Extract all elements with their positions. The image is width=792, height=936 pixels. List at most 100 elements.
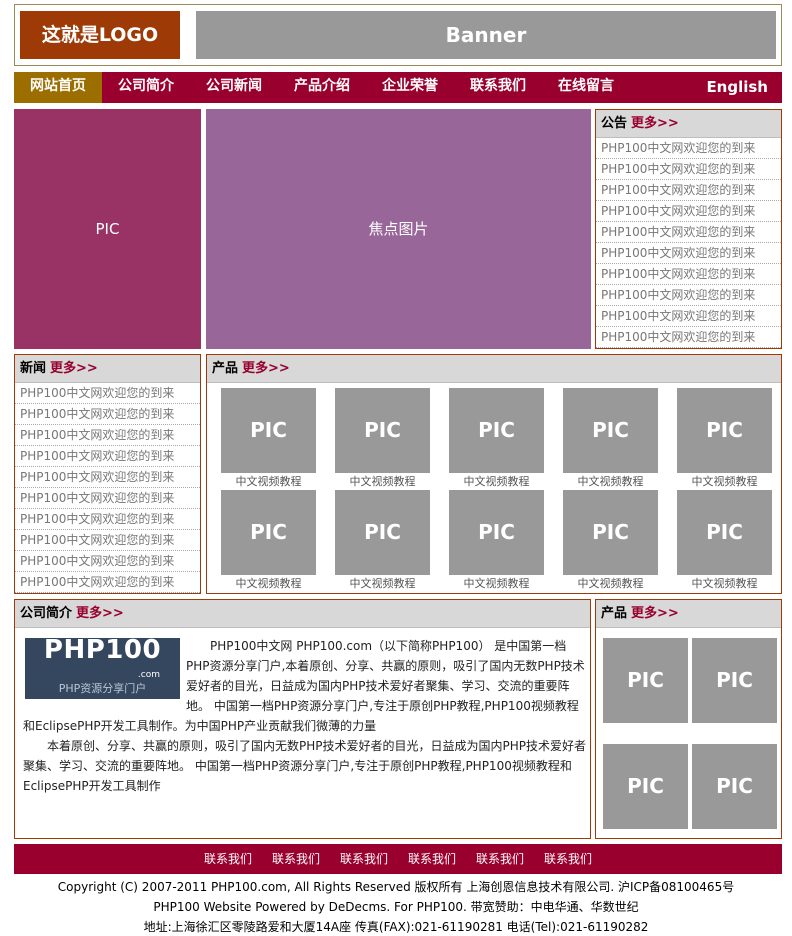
product-card[interactable]: PIC 中文视频教程 <box>563 388 658 490</box>
side-product-pic[interactable]: PIC <box>692 744 777 829</box>
list-item[interactable]: PHP100中文网欢迎您的到来 <box>596 306 781 327</box>
intro-header: 公司简介 更多>> <box>15 600 590 628</box>
nav-item-products[interactable]: 产品介绍 <box>278 72 366 103</box>
product-card[interactable]: PIC 中文视频教程 <box>677 490 772 592</box>
product-pic[interactable]: PIC <box>449 490 544 575</box>
list-item[interactable]: PHP100中文网欢迎您的到来 <box>15 467 200 488</box>
list-item[interactable]: PHP100中文网欢迎您的到来 <box>15 446 200 467</box>
notice-box: 公告 更多>> PHP100中文网欢迎您的到来 PHP100中文网欢迎您的到来 P… <box>595 109 782 349</box>
product-pic[interactable]: PIC <box>335 490 430 575</box>
products-box: 产品 更多>> PIC 中文视频教程 PIC 中文视频教程 PIC 中文视频教程 … <box>206 354 782 594</box>
list-item[interactable]: PHP100中文网欢迎您的到来 <box>596 159 781 180</box>
product-card[interactable]: PIC 中文视频教程 <box>335 388 430 490</box>
list-item[interactable]: PHP100中文网欢迎您的到来 <box>596 138 781 159</box>
list-item[interactable]: PHP100中文网欢迎您的到来 <box>15 551 200 572</box>
nav-english-link[interactable]: English <box>706 72 768 103</box>
product-caption[interactable]: 中文视频教程 <box>335 473 430 490</box>
intro-box: 公司简介 更多>> PHP100 .com PHP资源分享门户 PHP100中文网… <box>14 599 591 839</box>
products-title: 产品 <box>212 361 239 376</box>
list-item[interactable]: PHP100中文网欢迎您的到来 <box>15 425 200 446</box>
nav-item-guestbook[interactable]: 在线留言 <box>542 72 630 103</box>
list-item[interactable]: PHP100中文网欢迎您的到来 <box>15 383 200 404</box>
footer-contact-link[interactable]: 联系我们 <box>340 844 388 874</box>
product-pic[interactable]: PIC <box>677 388 772 473</box>
product-pic[interactable]: PIC <box>335 388 430 473</box>
intro-paragraph-2: 本着原创、分享、共赢的原则，吸引了国内无数PHP技术爱好者的目光，日益成为国内P… <box>23 739 586 793</box>
side-products-header: 产品 更多>> <box>596 600 781 628</box>
list-item[interactable]: PHP100中文网欢迎您的到来 <box>596 285 781 306</box>
list-item[interactable]: PHP100中文网欢迎您的到来 <box>596 243 781 264</box>
list-item[interactable]: PHP100中文网欢迎您的到来 <box>15 488 200 509</box>
nav-item-home[interactable]: 网站首页 <box>14 72 102 103</box>
product-pic[interactable]: PIC <box>221 388 316 473</box>
footer-address: 地址:上海徐汇区零陵路爱和大厦14A座 传真(FAX):021-61190281… <box>143 920 649 934</box>
product-caption[interactable]: 中文视频教程 <box>677 575 772 592</box>
footer-powered-by: PHP100 Website Powered by DeDecms. For P… <box>153 900 639 914</box>
products-more-link[interactable]: 更多>> <box>242 361 290 376</box>
intro-more-link[interactable]: 更多>> <box>76 606 124 621</box>
product-pic[interactable]: PIC <box>563 490 658 575</box>
product-card[interactable]: PIC 中文视频教程 <box>221 388 316 490</box>
list-item[interactable]: PHP100中文网欢迎您的到来 <box>15 404 200 425</box>
intro-title: 公司简介 <box>20 606 73 621</box>
news-box: 新闻 更多>> PHP100中文网欢迎您的到来 PHP100中文网欢迎您的到来 P… <box>14 354 201 594</box>
list-item[interactable]: PHP100中文网欢迎您的到来 <box>596 180 781 201</box>
product-card[interactable]: PIC 中文视频教程 <box>335 490 430 592</box>
nav-item-about[interactable]: 公司简介 <box>102 72 190 103</box>
list-item[interactable]: PHP100中文网欢迎您的到来 <box>596 222 781 243</box>
list-item[interactable]: PHP100中文网欢迎您的到来 <box>15 572 200 593</box>
product-pic[interactable]: PIC <box>563 388 658 473</box>
main-nav: 网站首页 公司简介 公司新闻 产品介绍 企业荣誉 联系我们 在线留言 Engli… <box>14 72 782 103</box>
side-product-pic[interactable]: PIC <box>603 638 688 723</box>
side-product-pic[interactable]: PIC <box>603 744 688 829</box>
side-products-more-link[interactable]: 更多>> <box>631 606 679 621</box>
list-item[interactable]: PHP100中文网欢迎您的到来 <box>15 530 200 551</box>
product-card[interactable]: PIC 中文视频教程 <box>449 388 544 490</box>
product-caption[interactable]: 中文视频教程 <box>221 575 316 592</box>
product-caption[interactable]: 中文视频教程 <box>563 473 658 490</box>
product-pic[interactable]: PIC <box>221 490 316 575</box>
news-title: 新闻 <box>20 361 47 376</box>
focus-pic-placeholder[interactable]: 焦点图片 <box>206 109 591 349</box>
php100-logo: PHP100 .com PHP资源分享门户 <box>25 635 180 699</box>
news-header: 新闻 更多>> <box>15 355 200 383</box>
notice-header: 公告 更多>> <box>596 110 781 138</box>
product-caption[interactable]: 中文视频教程 <box>221 473 316 490</box>
list-item[interactable]: PHP100中文网欢迎您的到来 <box>596 201 781 222</box>
side-products-title: 产品 <box>601 606 628 621</box>
product-caption[interactable]: 中文视频教程 <box>677 473 772 490</box>
logo-wordmark: PHP100 <box>43 635 162 665</box>
footer-contact-link[interactable]: 联系我们 <box>408 844 456 874</box>
product-card[interactable]: PIC 中文视频教程 <box>449 490 544 592</box>
product-card[interactable]: PIC 中文视频教程 <box>563 490 658 592</box>
banner[interactable]: Banner <box>196 11 776 59</box>
footer-contact-link[interactable]: 联系我们 <box>204 844 252 874</box>
site-logo[interactable]: 这就是LOGO <box>20 11 180 59</box>
nav-item-honors[interactable]: 企业荣誉 <box>366 72 454 103</box>
product-pic[interactable]: PIC <box>449 388 544 473</box>
list-item[interactable]: PHP100中文网欢迎您的到来 <box>596 264 781 285</box>
list-item[interactable]: PHP100中文网欢迎您的到来 <box>15 509 200 530</box>
products-header: 产品 更多>> <box>207 355 781 383</box>
product-pic[interactable]: PIC <box>677 490 772 575</box>
logo-tagline: PHP资源分享门户 <box>58 682 147 695</box>
product-caption[interactable]: 中文视频教程 <box>563 575 658 592</box>
notice-title: 公告 <box>601 116 628 131</box>
product-card[interactable]: PIC 中文视频教程 <box>677 388 772 490</box>
left-pic-placeholder[interactable]: PIC <box>14 109 201 349</box>
footer-contact-link[interactable]: 联系我们 <box>272 844 320 874</box>
product-caption[interactable]: 中文视频教程 <box>449 473 544 490</box>
side-product-pic[interactable]: PIC <box>692 638 777 723</box>
footer-copyright: Copyright (C) 2007-2011 PHP100.com, All … <box>57 880 735 894</box>
list-item[interactable]: PHP100中文网欢迎您的到来 <box>596 327 781 348</box>
nav-item-contact[interactable]: 联系我们 <box>454 72 542 103</box>
footer-contact-link[interactable]: 联系我们 <box>544 844 592 874</box>
product-card[interactable]: PIC 中文视频教程 <box>221 490 316 592</box>
notice-more-link[interactable]: 更多>> <box>631 116 679 131</box>
news-more-link[interactable]: 更多>> <box>50 361 98 376</box>
header: 这就是LOGO Banner <box>14 4 782 66</box>
product-caption[interactable]: 中文视频教程 <box>449 575 544 592</box>
nav-item-news[interactable]: 公司新闻 <box>190 72 278 103</box>
product-caption[interactable]: 中文视频教程 <box>335 575 430 592</box>
footer-contact-link[interactable]: 联系我们 <box>476 844 524 874</box>
